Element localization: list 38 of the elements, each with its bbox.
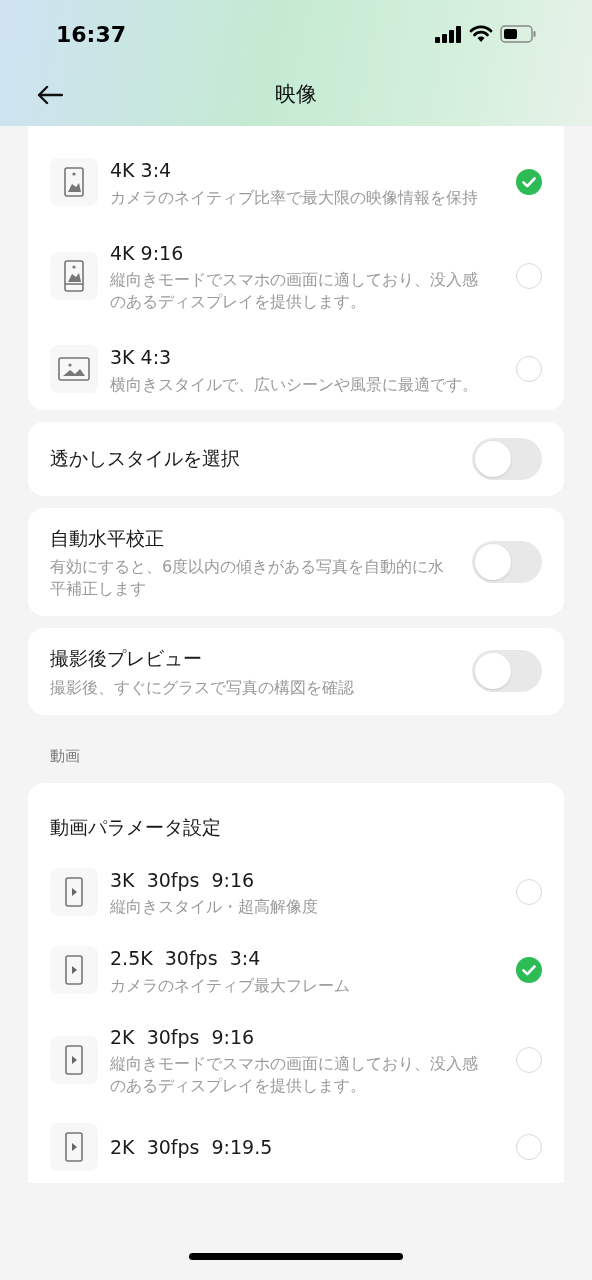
page-title: 映像 <box>275 81 317 109</box>
image-icon <box>64 167 84 198</box>
video-icon <box>65 1132 83 1162</box>
battery-icon <box>500 25 536 43</box>
toggle-label: 自動水平校正 <box>50 525 165 551</box>
check-icon[interactable] <box>516 957 542 984</box>
option-title: 4K 9:16 <box>110 240 185 266</box>
video-icon <box>65 1044 83 1075</box>
toggle-switch[interactable] <box>472 650 542 693</box>
option-title: 4K 3:4 <box>110 158 173 183</box>
video-icon <box>65 876 83 907</box>
video-icon <box>65 955 83 986</box>
toggle-label: 撮影後プレビュー <box>50 646 203 671</box>
toggle-switch[interactable] <box>472 540 542 583</box>
option-title: 3K 30fps 9:16 <box>110 867 256 893</box>
check-icon[interactable] <box>516 169 542 196</box>
image-icon <box>58 357 90 382</box>
toggle-label: 透かしスタイルを選択 <box>50 446 241 472</box>
option-title: 3K 4:3 <box>110 345 173 370</box>
option-description: 横向きスタイルで、広いシーンや風景に最適です。 <box>110 373 479 396</box>
status-time: 16:37 <box>56 20 127 49</box>
option-description: カメラのネイティブ最大フレーム <box>110 974 351 997</box>
option-description: カメラのネイティブ比率で最大限の映像情報を保持 <box>110 186 479 209</box>
toggle-description: 有効にすると、6度以内の傾きがある写真を自動的に水平補正します <box>50 556 446 600</box>
back-arrow-icon <box>37 85 63 105</box>
section-label: 動画 <box>49 745 81 767</box>
signal-icon <box>435 25 462 43</box>
option-title: 2K 30fps 9:16 <box>110 1024 256 1050</box>
toggle-switch[interactable] <box>472 437 542 480</box>
option-description: 縦向きモードでスマホの画面に適しており、没入感のあるディスプレイを提供します。 <box>110 1053 479 1097</box>
option-title: 2.5K 30fps 3:4 <box>110 946 262 971</box>
option-description: 縦向きモードでスマホの画面に適しており、没入感のあるディスプレイを提供します。 <box>110 269 479 313</box>
option-description: 縦向きスタイル・超高解像度 <box>110 896 319 918</box>
image-icon <box>64 259 84 292</box>
wifi-icon <box>469 25 493 43</box>
toggle-description: 撮影後、すぐにグラスで写真の構図を確認 <box>50 676 355 699</box>
option-title: 2K 30fps 9:19.5 <box>110 1134 274 1160</box>
card-title: 動画パラメータ設定 <box>50 815 222 840</box>
